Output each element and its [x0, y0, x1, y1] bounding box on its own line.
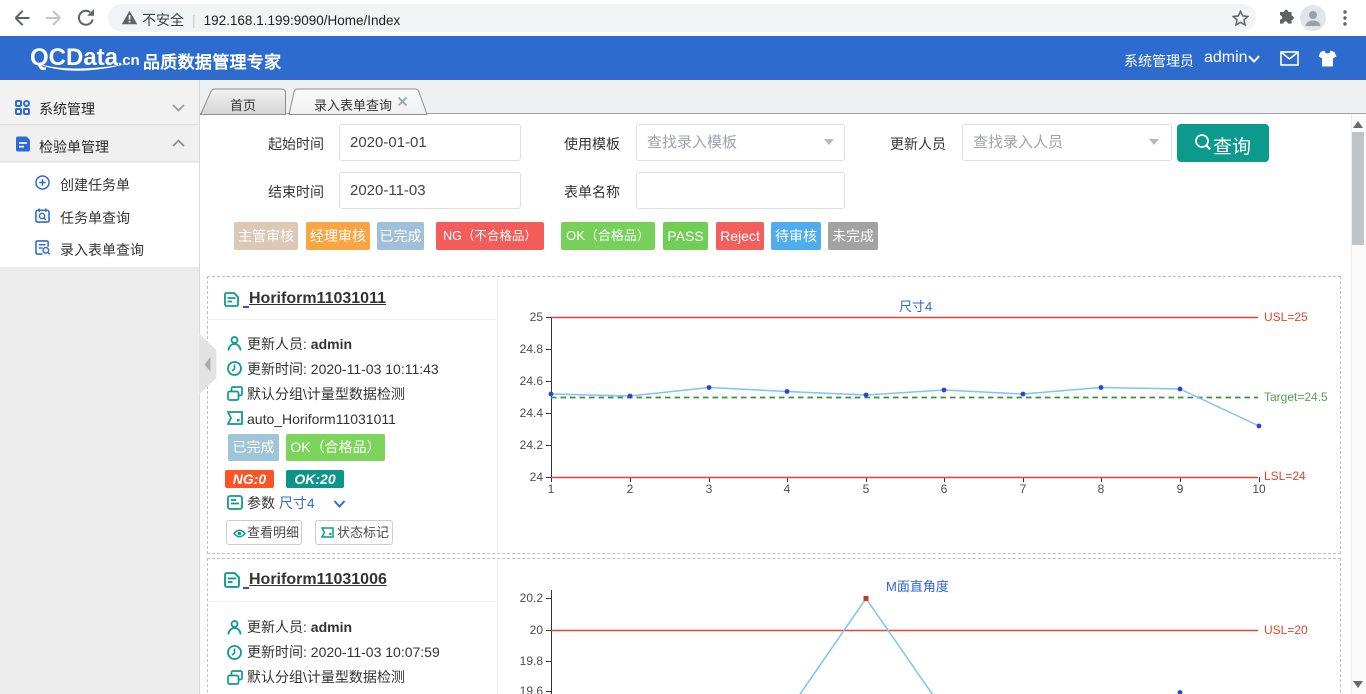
svg-text:24: 24 — [530, 470, 544, 484]
svg-text:尺寸4: 尺寸4 — [899, 299, 932, 314]
svg-text:6: 6 — [941, 482, 948, 496]
svg-text:19.8: 19.8 — [520, 654, 544, 668]
svg-text:5: 5 — [863, 482, 870, 496]
svg-text:24.6: 24.6 — [520, 374, 544, 388]
svg-text:8: 8 — [1098, 482, 1105, 496]
svg-text:7: 7 — [1020, 482, 1027, 496]
svg-text:24.2: 24.2 — [520, 438, 544, 452]
svg-text:LSL=24: LSL=24 — [1264, 469, 1306, 483]
svg-text:Target=24.5: Target=24.5 — [1264, 390, 1328, 404]
svg-text:20.2: 20.2 — [520, 591, 544, 605]
svg-text:2: 2 — [627, 482, 634, 496]
svg-text:9: 9 — [1177, 482, 1184, 496]
svg-text:M面直角度: M面直角度 — [886, 579, 949, 594]
svg-text:24.4: 24.4 — [520, 406, 544, 420]
svg-text:19.6: 19.6 — [520, 684, 544, 694]
svg-text:20: 20 — [530, 623, 544, 637]
svg-text:USL=20: USL=20 — [1264, 623, 1308, 637]
svg-text:3: 3 — [706, 482, 713, 496]
svg-text:25: 25 — [530, 310, 544, 324]
svg-text:1: 1 — [548, 482, 555, 496]
svg-text:USL=25: USL=25 — [1264, 310, 1308, 324]
svg-text:4: 4 — [784, 482, 791, 496]
svg-text:10: 10 — [1252, 482, 1266, 496]
svg-text:24.8: 24.8 — [520, 342, 544, 356]
